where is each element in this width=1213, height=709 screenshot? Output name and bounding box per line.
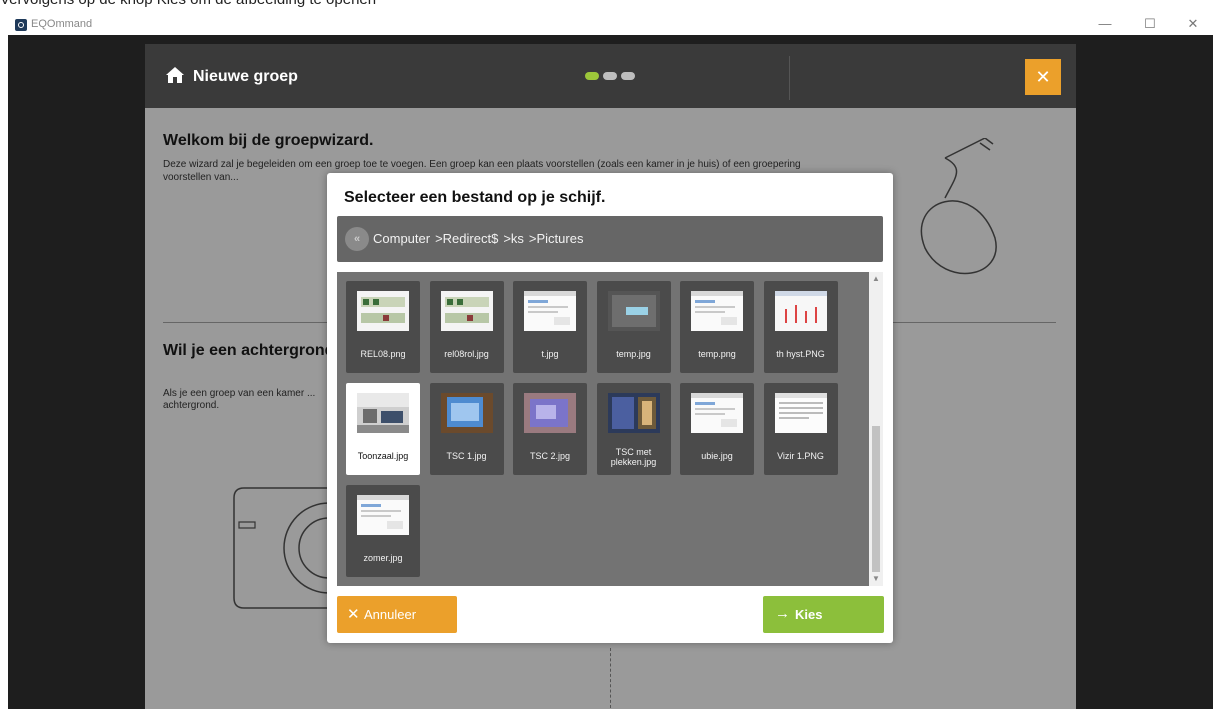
home-icon xyxy=(166,67,184,83)
file-tile[interactable]: Toonzaal.jpg xyxy=(346,383,420,475)
file-thumbnail xyxy=(607,291,660,331)
file-name: zomer.jpg xyxy=(363,553,403,563)
file-thumbnail xyxy=(774,291,827,331)
background-text: Als je een groep van een kamer ... achte… xyxy=(163,388,316,411)
step-dot-1 xyxy=(585,72,599,80)
file-thumbnail xyxy=(524,393,576,433)
background-heading: Wil je een achtergrond xyxy=(163,342,335,359)
maximize-button[interactable]: ☐ xyxy=(1135,16,1165,32)
window-titlebar: EQOmmand — ☐ ✕ xyxy=(0,8,1213,35)
file-thumbnail xyxy=(607,393,660,433)
file-tile[interactable]: rel08rol.jpg xyxy=(429,281,504,373)
breadcrumb-item-redirect[interactable]: Redirect$ xyxy=(443,231,499,246)
file-name: t.jpg xyxy=(541,349,559,359)
cancel-button[interactable]: ✕ Annuleer xyxy=(337,596,457,633)
choose-button-label: Kies xyxy=(795,607,823,622)
file-name: TSC met plekken.jpg xyxy=(610,447,657,467)
close-icon: ✕ xyxy=(347,606,360,623)
caption-strip: Vervolgens op de knop Kies om de afbeeld… xyxy=(0,0,1213,8)
file-tile[interactable]: th hyst.PNG xyxy=(763,281,838,373)
wizard-title: Nieuwe groep xyxy=(193,68,298,85)
file-tile[interactable]: Vizir 1.PNG xyxy=(763,383,838,475)
file-thumbnail xyxy=(357,291,409,331)
file-thumbnail xyxy=(357,495,409,535)
header-divider xyxy=(789,56,790,100)
breadcrumb-item-computer[interactable]: Computer xyxy=(373,231,430,246)
dashed-separator xyxy=(610,648,611,708)
file-tile[interactable]: TSC met plekken.jpg xyxy=(596,383,671,475)
minimize-button[interactable]: — xyxy=(1090,16,1120,31)
back-icon[interactable]: « xyxy=(345,227,369,251)
file-thumbnail xyxy=(524,291,576,331)
breadcrumb-separator: > xyxy=(503,231,511,246)
file-tile[interactable]: t.jpg xyxy=(513,281,587,373)
file-name: ubie.jpg xyxy=(701,451,733,461)
scroll-up-arrow-icon[interactable]: ▲ xyxy=(869,272,883,286)
cancel-button-label: Annuleer xyxy=(364,607,417,622)
scroll-thumb[interactable] xyxy=(872,426,880,572)
breadcrumb-path: Computer >Redirect$ >ks >Pictures xyxy=(373,231,583,246)
caption-text: Vervolgens op de knop Kies om de afbeeld… xyxy=(0,0,376,8)
window-close-button[interactable]: ✕ xyxy=(1178,16,1208,32)
file-tile[interactable]: zomer.jpg xyxy=(346,485,420,577)
step-dot-3 xyxy=(621,72,635,80)
file-name: REL08.png xyxy=(360,349,406,359)
file-tile[interactable]: ubie.jpg xyxy=(680,383,754,475)
file-name: temp.jpg xyxy=(616,349,651,359)
file-thumbnail xyxy=(691,393,743,433)
file-thumbnail xyxy=(440,393,493,433)
file-thumbnail xyxy=(774,393,827,433)
file-name: TSC 2.jpg xyxy=(529,451,571,461)
window-title: EQOmmand xyxy=(31,18,93,30)
file-name: th hyst.PNG xyxy=(776,349,825,359)
file-tile[interactable]: TSC 1.jpg xyxy=(429,383,504,475)
file-tile[interactable]: temp.jpg xyxy=(596,281,671,373)
file-tile[interactable]: temp.png xyxy=(680,281,754,373)
step-dot-2 xyxy=(603,72,617,80)
file-picker-dialog: Selecteer een bestand op je schijf. « Co… xyxy=(327,173,893,643)
file-name: Toonzaal.jpg xyxy=(357,451,409,461)
file-thumbnail xyxy=(357,393,409,433)
arrow-right-icon: → xyxy=(775,605,790,622)
file-tile[interactable]: REL08.png xyxy=(346,281,420,373)
scroll-down-arrow-icon[interactable]: ▼ xyxy=(869,572,883,586)
camera-illustration xyxy=(233,487,329,609)
file-name: Vizir 1.PNG xyxy=(777,451,824,461)
dialog-title: Selecteer een bestand op je schijf. xyxy=(344,189,606,206)
mouse-illustration xyxy=(920,138,997,275)
app-logo-icon xyxy=(15,19,27,31)
file-tile[interactable]: TSC 2.jpg xyxy=(513,383,587,475)
file-grid-scrollbar[interactable]: ▲ ▼ xyxy=(869,272,883,586)
choose-button[interactable]: → Kies xyxy=(763,596,884,633)
wizard-close-button[interactable]: ✕ xyxy=(1025,59,1061,95)
file-name: rel08rol.jpg xyxy=(444,349,489,359)
wizard-step-indicator xyxy=(585,72,635,80)
file-name: temp.png xyxy=(698,349,736,359)
wizard-header: Nieuwe groep ✕ xyxy=(145,44,1076,108)
file-thumbnail xyxy=(440,291,493,331)
file-grid: REL08.png rel08rol.jpg t.jpg temp.jpg temp.p… xyxy=(337,272,869,586)
file-name: TSC 1.jpg xyxy=(446,451,487,461)
breadcrumb-separator: > xyxy=(528,231,537,246)
welcome-heading: Welkom bij de groepwizard. xyxy=(163,132,374,149)
breadcrumb: « Computer >Redirect$ >ks >Pictures xyxy=(337,216,883,262)
breadcrumb-item-ks[interactable]: ks xyxy=(511,231,524,246)
breadcrumb-item-pictures[interactable]: Pictures xyxy=(537,231,584,246)
file-thumbnail xyxy=(691,291,743,331)
breadcrumb-separator: > xyxy=(435,231,443,246)
